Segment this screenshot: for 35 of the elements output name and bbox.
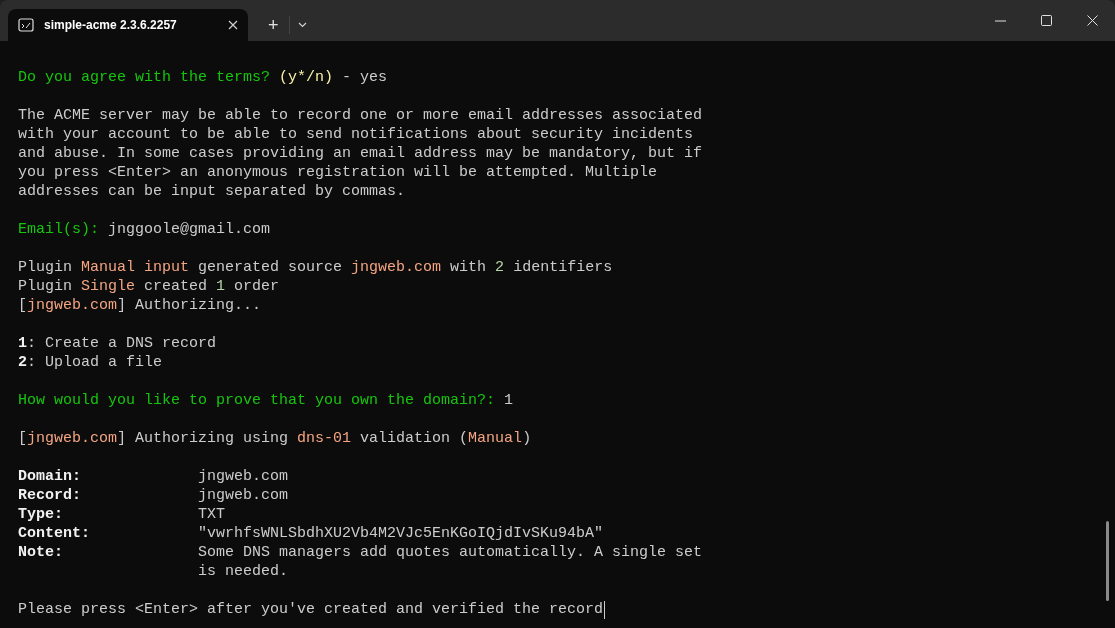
terminal-line: and abuse. In some cases providing an email address may be mandatory, but if xyxy=(18,144,703,163)
terminal-line: [jngweb.com] Authorizing using dns-01 validation (Manual) xyxy=(18,429,532,448)
terminal-line: Email(s): jnggoole@gmail.com xyxy=(18,220,271,239)
terminal-line: How would you like to prove that you own the domain?: 1 xyxy=(18,391,514,410)
field-value: jngweb.com xyxy=(198,467,288,486)
maximize-icon[interactable] xyxy=(1040,15,1052,26)
text-cursor xyxy=(604,600,606,619)
field-value: TXT xyxy=(198,505,225,524)
minimize-icon[interactable] xyxy=(994,19,1006,22)
close-icon[interactable] xyxy=(1086,15,1098,26)
terminal-icon xyxy=(18,18,34,32)
terminal-line: [jngweb.com] Authorizing... xyxy=(18,296,262,315)
tab-title: simple-acme 2.3.6.2257 xyxy=(44,17,178,34)
field-label: Note: xyxy=(18,543,64,563)
close-icon[interactable] xyxy=(228,20,238,30)
terminal-line: The ACME server may be able to record one or more email addresses associated xyxy=(18,106,703,125)
chevron-down-icon[interactable] xyxy=(297,22,307,28)
field-label: Domain: xyxy=(18,467,82,486)
terminal-line: Plugin Manual input generated source jngweb.com with 2 identifiers xyxy=(18,258,613,277)
terminal-line: with your account to be able to send notifications about security incidents xyxy=(18,125,694,144)
terminal-line: addresses can be input separated by commas. xyxy=(18,182,406,201)
field-label: Content: xyxy=(18,524,91,543)
field-value: jngweb.com xyxy=(198,486,288,505)
field-label: Type: xyxy=(18,505,64,524)
terminal-line: 1: Create a DNS record xyxy=(18,334,217,353)
terminal-line: 2: Upload a file xyxy=(18,353,163,372)
field-label: Record: xyxy=(18,486,82,505)
field-value: "vwrhfsWNLSbdhXU2Vb4M2VJc5EnKGoIQjdIvSKu94bA" xyxy=(198,524,604,543)
terminal-line: Plugin Single created 1 order xyxy=(18,277,280,296)
terminal-line: you press <Enter> an anonymous registration will be attempted. Multiple xyxy=(18,163,658,182)
new-tab-button[interactable]: + xyxy=(262,9,285,41)
terminal-line: Do you agree with the terms? (y*/n) - yes xyxy=(18,68,388,87)
tab[interactable]: simple-acme 2.3.6.2257 xyxy=(8,9,248,41)
terminal-line: Please press <Enter> after you've created and verified the record xyxy=(18,600,604,619)
field-value: Some DNS managers add quotes automatically. A single set is needed. xyxy=(198,543,704,581)
